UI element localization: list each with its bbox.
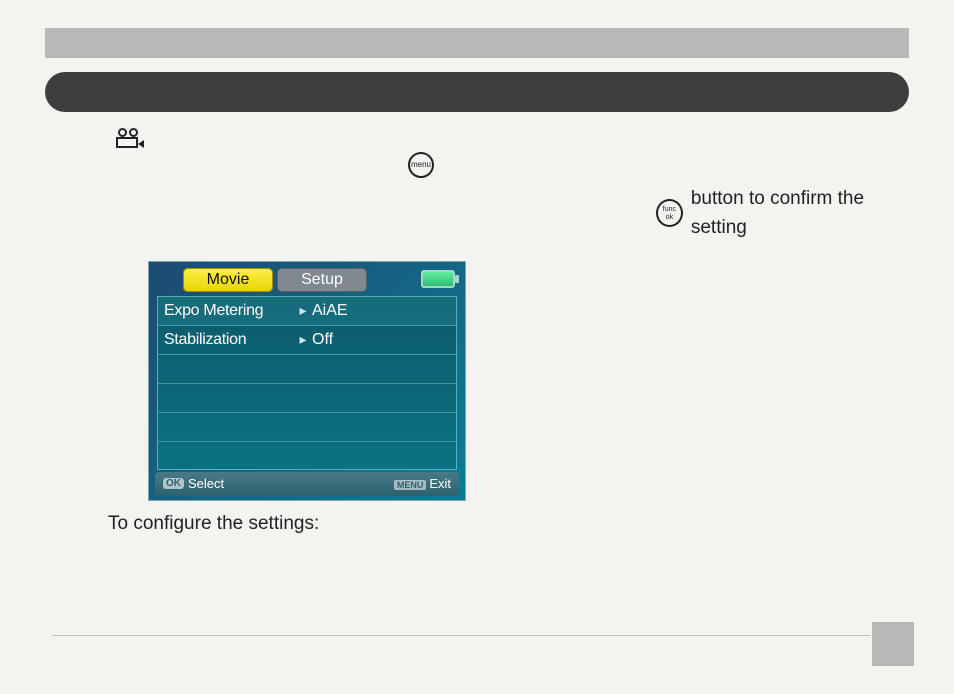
hint-exit: Exit (429, 476, 451, 491)
paragraph-line-3: func ok button to confirm the setting (652, 184, 914, 243)
row-expo-metering[interactable]: Expo Metering ▸ AiAE (158, 297, 456, 326)
header-bar (45, 28, 909, 58)
row-value: AiAE (308, 302, 348, 320)
row-label: Expo Metering (158, 302, 298, 320)
movie-mode-icon (116, 128, 144, 150)
row-empty (158, 442, 456, 471)
row-empty (158, 384, 456, 413)
row-stabilization[interactable]: Stabilization ▸ Off (158, 326, 456, 355)
hint-select: Select (188, 476, 224, 491)
camera-screenshot: Movie Setup Expo Metering ▸ AiAE Stabili… (148, 261, 914, 501)
manual-page: menu func ok button to confirm the setti… (0, 0, 954, 694)
hint-bar: OK Select MENUExit (155, 472, 459, 496)
section-title-bar (45, 72, 909, 112)
func-label-top: func (663, 206, 676, 213)
paragraph-line-2: menu (116, 152, 914, 178)
row-empty (158, 355, 456, 384)
footer-rule (52, 635, 870, 636)
func-ok-button-icon: func ok (656, 199, 683, 227)
row-value: Off (308, 331, 333, 349)
text-after-func-button: button to confirm the setting (691, 184, 914, 243)
ok-pill-icon: OK (163, 478, 184, 489)
page-number-block (872, 622, 914, 666)
tab-setup[interactable]: Setup (277, 268, 367, 292)
settings-grid: Expo Metering ▸ AiAE Stabilization ▸ Off (157, 296, 457, 470)
row-empty (158, 413, 456, 442)
tab-movie[interactable]: Movie (183, 268, 273, 292)
menu-button-icon: menu (408, 152, 434, 178)
battery-icon (421, 270, 455, 288)
func-label-bottom: ok (666, 214, 673, 221)
paragraph-line-1 (116, 128, 914, 150)
row-label: Stabilization (158, 331, 298, 349)
tab-bar: Movie Setup (183, 268, 367, 292)
caption-text: To configure the settings: (108, 513, 914, 535)
chevron-right-icon: ▸ (298, 331, 308, 348)
chevron-right-icon: ▸ (298, 302, 308, 319)
menu-pill-icon: MENU (394, 480, 427, 490)
